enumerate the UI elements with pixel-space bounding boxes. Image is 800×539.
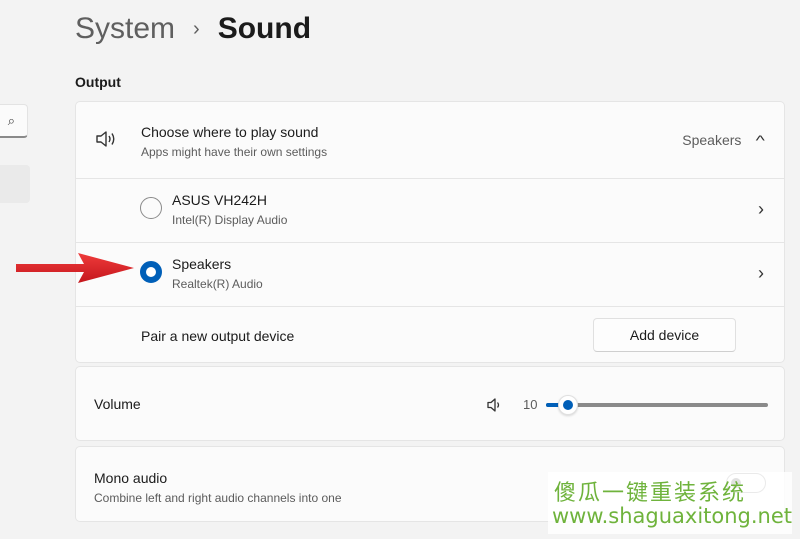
add-device-button[interactable]: Add device <box>593 318 736 352</box>
output-card: Choose where to play sound Apps might ha… <box>75 101 785 363</box>
volume-label: Volume <box>94 396 141 412</box>
page-title: Sound <box>217 12 312 45</box>
volume-value: 10 <box>523 397 538 412</box>
radio-speakers[interactable] <box>140 261 162 283</box>
choose-output-title: Choose where to play sound <box>141 124 319 140</box>
slider-thumb[interactable] <box>558 395 579 415</box>
watermark: 傻瓜一键重装系统 www.shaguaxitong.net <box>548 472 792 534</box>
search-icon: ⌕ <box>7 113 15 128</box>
mono-audio-title: Mono audio <box>94 470 168 486</box>
pair-device-label: Pair a new output device <box>141 328 295 344</box>
device-driver: Intel(R) Display Audio <box>172 213 288 227</box>
device-name: Speakers <box>172 256 232 272</box>
sidebar-item-selected[interactable] <box>0 165 30 203</box>
watermark-chinese: 傻瓜一键重装系统 <box>554 481 747 506</box>
selected-output-value: Speakers <box>682 132 742 148</box>
device-name: ASUS VH242H <box>172 192 267 208</box>
breadcrumb-system[interactable]: System <box>75 12 175 46</box>
choose-output-subtitle: Apps might have their own settings <box>141 145 328 159</box>
chevron-right-icon: › <box>193 17 200 40</box>
chevron-right-icon[interactable]: › <box>758 263 764 284</box>
chevron-right-icon[interactable]: › <box>758 199 764 220</box>
volume-slider[interactable] <box>546 395 768 415</box>
device-driver: Realtek(R) Audio <box>172 277 263 291</box>
search-box[interactable]: ⌕ <box>0 104 28 138</box>
slider-track <box>546 403 768 407</box>
radio-asus[interactable] <box>140 197 162 219</box>
output-device-asus[interactable]: ASUS VH242H Intel(R) Display Audio › <box>76 178 784 242</box>
breadcrumb: System › Sound <box>75 12 311 46</box>
pair-device-row: Pair a new output device Add device <box>76 306 784 364</box>
choose-output-header[interactable]: Choose where to play sound Apps might ha… <box>76 102 784 178</box>
section-label-output: Output <box>75 74 121 90</box>
volume-card: Volume 10 <box>75 366 785 441</box>
output-device-speakers[interactable]: Speakers Realtek(R) Audio › <box>76 242 784 306</box>
speaker-icon <box>96 131 115 147</box>
watermark-url: www.shaguaxitong.net <box>552 504 793 528</box>
speaker-icon[interactable] <box>486 396 504 414</box>
chevron-up-icon[interactable]: ^ <box>756 132 765 148</box>
mono-audio-subtitle: Combine left and right audio channels in… <box>94 491 342 505</box>
red-arrow-annotation <box>16 253 134 283</box>
